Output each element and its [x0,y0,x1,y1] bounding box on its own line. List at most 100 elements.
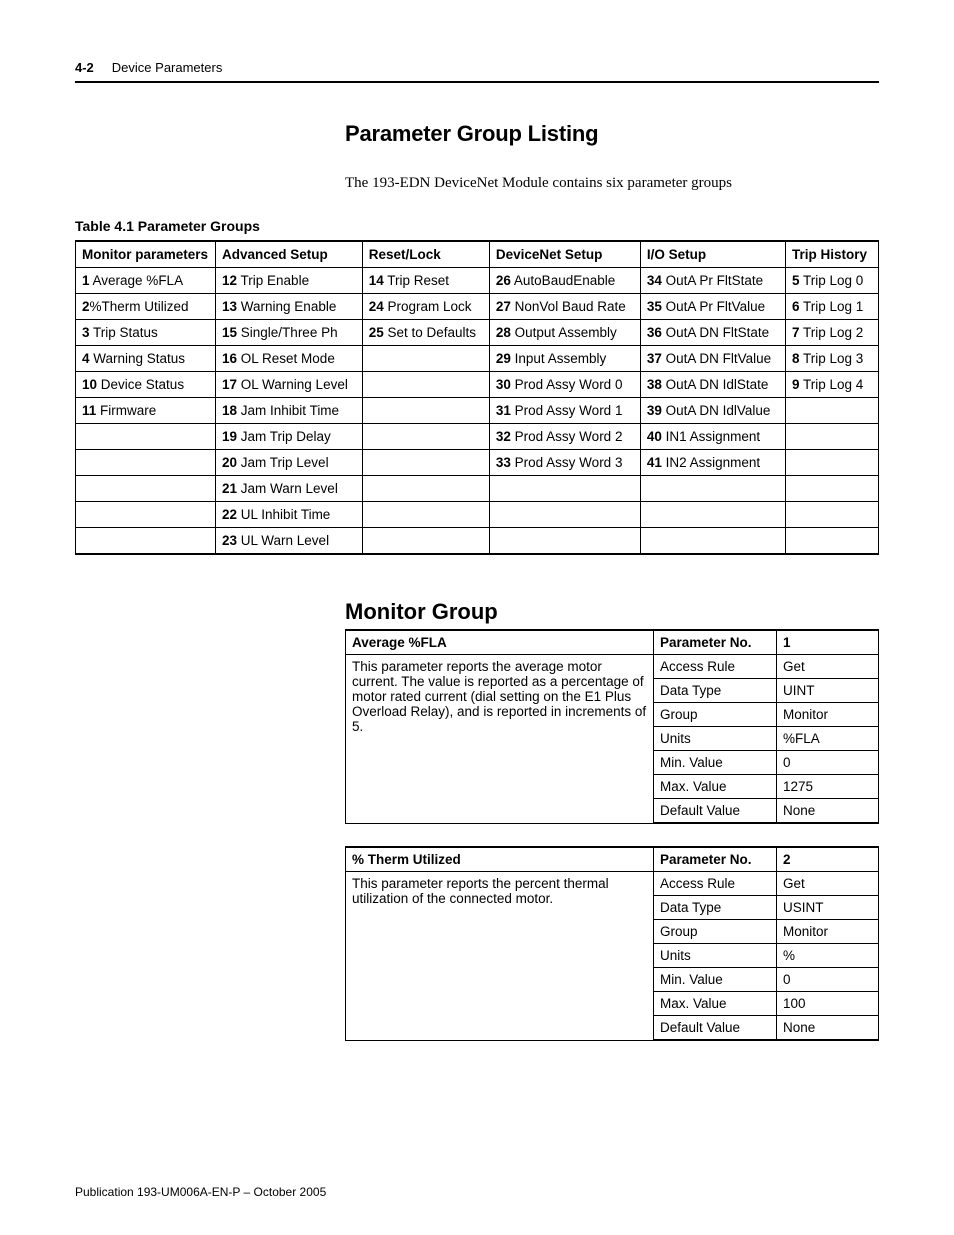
table-cell: 32 Prod Assy Word 2 [489,424,640,450]
table-cell: 2%Therm Utilized [76,294,216,320]
table-cell: 37 OutA DN FltValue [640,346,785,372]
attr-label: Access Rule [654,655,777,679]
attr-value: 100 [777,992,879,1016]
table-cell [362,372,489,398]
table-cell: 31 Prod Assy Word 1 [489,398,640,424]
table-cell: 24 Program Lock [362,294,489,320]
attr-value: None [777,799,879,824]
table-cell: 17 OL Warning Level [216,372,363,398]
table-cell: 27 NonVol Baud Rate [489,294,640,320]
attr-label: Default Value [654,799,777,824]
table-cell: 22 UL Inhibit Time [216,502,363,528]
table-cell [489,476,640,502]
table-cell: 12 Trip Enable [216,268,363,294]
column-header: Advanced Setup [216,241,363,268]
chapter-title: Device Parameters [112,60,223,75]
column-header: I/O Setup [640,241,785,268]
detail-block-therm-utilized: % Therm UtilizedParameter No.2This param… [345,846,879,1041]
param-name: % Therm Utilized [346,847,654,872]
table-cell: 23 UL Warn Level [216,528,363,555]
column-header: Monitor parameters [76,241,216,268]
attr-value: % [777,944,879,968]
table-cell [489,528,640,555]
table-cell [785,424,878,450]
intro-text: The 193-EDN DeviceNet Module contains si… [345,175,879,192]
table-cell: 41 IN2 Assignment [640,450,785,476]
parameter-groups-table: Monitor parametersAdvanced SetupReset/Lo… [75,240,879,555]
table-cell: 16 OL Reset Mode [216,346,363,372]
attr-value: 1275 [777,775,879,799]
table-cell: 14 Trip Reset [362,268,489,294]
attr-label: Data Type [654,679,777,703]
table-cell [362,398,489,424]
publication-footer: Publication 193-UM006A-EN-P – October 20… [75,1185,326,1199]
table-cell: 25 Set to Defaults [362,320,489,346]
attr-value: UINT [777,679,879,703]
table-cell [76,528,216,555]
table-cell: 3 Trip Status [76,320,216,346]
table-cell [362,502,489,528]
table-cell: 6 Trip Log 1 [785,294,878,320]
table-cell: 38 OutA DN IdlState [640,372,785,398]
table-cell [785,450,878,476]
attr-value: %FLA [777,727,879,751]
table-cell [362,476,489,502]
attr-label: Group [654,920,777,944]
attr-value: 0 [777,968,879,992]
attr-label: Max. Value [654,992,777,1016]
table-cell [362,424,489,450]
table-cell: 33 Prod Assy Word 3 [489,450,640,476]
column-header: DeviceNet Setup [489,241,640,268]
table-cell: 13 Warning Enable [216,294,363,320]
table-cell: 34 OutA Pr FltState [640,268,785,294]
attr-label: Units [654,727,777,751]
attr-label: Min. Value [654,751,777,775]
column-header: Trip History [785,241,878,268]
param-description: This parameter reports the percent therm… [346,872,654,1041]
param-description: This parameter reports the average motor… [346,655,654,824]
param-name: Average %FLA [346,630,654,655]
table-cell [640,502,785,528]
table-cell: 26 AutoBaudEnable [489,268,640,294]
table-cell [785,476,878,502]
attr-value: Monitor [777,920,879,944]
table-cell [76,450,216,476]
table-cell: 8 Trip Log 3 [785,346,878,372]
column-header: Reset/Lock [362,241,489,268]
attr-label: Units [654,944,777,968]
section-title-param-group-listing: Parameter Group Listing [345,121,879,147]
table-cell [640,528,785,555]
param-no-label: Parameter No. [654,630,777,655]
attr-value: Get [777,655,879,679]
attr-label: Data Type [654,896,777,920]
table-cell [489,502,640,528]
table-cell: 11 Firmware [76,398,216,424]
attr-value: USINT [777,896,879,920]
table-cell [362,450,489,476]
table-cell: 39 OutA DN IdlValue [640,398,785,424]
table-cell: 30 Prod Assy Word 0 [489,372,640,398]
table-cell: 7 Trip Log 2 [785,320,878,346]
param-no-label: Parameter No. [654,847,777,872]
attr-label: Max. Value [654,775,777,799]
table-cell: 18 Jam Inhibit Time [216,398,363,424]
table-cell: 9 Trip Log 4 [785,372,878,398]
detail-block-average-fla: Average %FLAParameter No.1 This parameter… [345,629,879,824]
attr-label: Access Rule [654,872,777,896]
page-header: 4-2 Device Parameters [75,60,879,83]
table-cell [76,424,216,450]
page-number: 4-2 [75,60,94,75]
section-title-monitor-group: Monitor Group [345,599,879,625]
table-cell: 20 Jam Trip Level [216,450,363,476]
attr-label: Group [654,703,777,727]
table-cell [76,476,216,502]
table-cell: 19 Jam Trip Delay [216,424,363,450]
table-cell [76,502,216,528]
table-caption: Table 4.1 Parameter Groups [75,218,879,234]
param-no-value: 1 [777,630,879,655]
table-cell: 5 Trip Log 0 [785,268,878,294]
table-cell: 1 Average %FLA [76,268,216,294]
table-cell: 40 IN1 Assignment [640,424,785,450]
attr-label: Default Value [654,1016,777,1041]
table-cell [362,528,489,555]
